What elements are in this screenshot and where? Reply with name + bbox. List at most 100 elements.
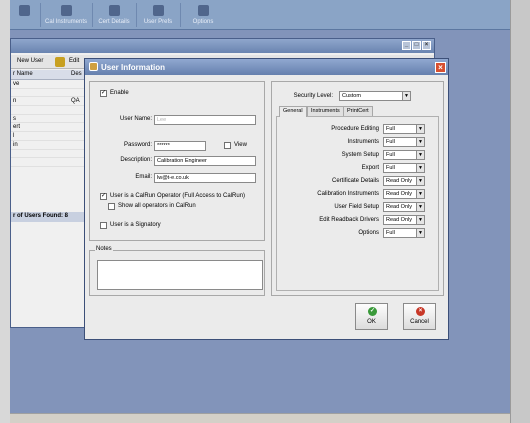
close-icon[interactable]: ×: [435, 62, 446, 73]
perm-select[interactable]: Full ▼: [383, 137, 425, 147]
description-label: Description:: [120, 157, 152, 163]
toolbar-user-prefs[interactable]: User Prefs: [138, 2, 178, 28]
username-input[interactable]: Lee: [154, 115, 256, 125]
perm-select[interactable]: Full ▼: [383, 228, 425, 238]
notes-label: Notes: [95, 246, 113, 252]
perm-select[interactable]: Read Only ▼: [383, 176, 425, 186]
security-level-select[interactable]: Custom ▼: [339, 91, 411, 101]
cell-description: QA: [71, 98, 80, 105]
perm-value: Full: [386, 230, 395, 236]
perm-select[interactable]: Full ▼: [383, 150, 425, 160]
password-label: Password:: [123, 142, 152, 148]
perm-select[interactable]: Full ▼: [383, 163, 425, 173]
view-label: View: [234, 142, 247, 148]
check-icon: ✓: [368, 307, 377, 316]
password-input[interactable]: ******: [154, 141, 206, 151]
cell-name: in: [13, 141, 18, 148]
perm-select[interactable]: Read Only ▼: [383, 202, 425, 212]
cell-name: ert: [13, 124, 21, 131]
show-operators-label: Show all operators in CalRun: [118, 203, 196, 209]
view-password-checkbox[interactable]: [224, 142, 231, 149]
toolbar-separator: [92, 3, 93, 27]
cancel-icon: ×: [416, 307, 425, 316]
chevron-down-icon: ▼: [416, 229, 424, 237]
cancel-button[interactable]: × Cancel: [403, 303, 436, 330]
perm-label: Instruments: [347, 139, 379, 145]
perm-label: Edit Readback Drivers: [319, 217, 379, 223]
security-level-value: Custom: [342, 93, 361, 99]
chevron-down-icon: ▼: [416, 216, 424, 224]
cell-name: l: [13, 133, 15, 140]
perm-value: Full: [386, 152, 395, 158]
perm-value: Full: [386, 139, 395, 145]
users-window-titlebar: _ □ ×: [11, 39, 434, 53]
cancel-label: Cancel: [410, 319, 429, 325]
description-input[interactable]: Calibration Engineer: [154, 156, 256, 166]
user-information-dialog: User Information × ✓ Enable User Name: L…: [84, 58, 449, 340]
perm-value: Read Only: [386, 191, 412, 197]
close-icon[interactable]: ×: [422, 41, 431, 50]
signatory-checkbox[interactable]: [100, 222, 107, 229]
minimize-icon[interactable]: _: [402, 41, 411, 50]
perm-select[interactable]: Read Only ▼: [383, 189, 425, 199]
enable-checkbox[interactable]: ✓: [100, 90, 107, 97]
toolbar-separator: [40, 3, 41, 27]
username-label: User Name:: [119, 116, 152, 122]
toolbar-button-partial[interactable]: [10, 2, 38, 28]
notes-textarea[interactable]: [97, 260, 263, 290]
email-input[interactable]: lw@t-e.co.uk: [154, 173, 256, 183]
perm-label: System Setup: [341, 152, 379, 158]
perm-label: Export: [361, 165, 379, 171]
chevron-down-icon: ▼: [416, 190, 424, 198]
perm-value: Full: [386, 126, 395, 132]
perm-label: Calibration Instruments: [317, 191, 379, 197]
chevron-down-icon: ▼: [416, 164, 424, 172]
dialog-title: User Information: [101, 63, 166, 72]
show-operators-checkbox[interactable]: [108, 203, 115, 210]
cell-name: ve: [13, 81, 20, 87]
user-details-panel: ✓ Enable User Name: Lee Password: ******…: [89, 81, 265, 241]
perm-value: Full: [386, 165, 395, 171]
column-header-description[interactable]: Des: [71, 71, 82, 77]
perm-label: Options: [358, 230, 379, 236]
toolbar-cert-details[interactable]: Cert Details: [94, 2, 134, 28]
perm-select[interactable]: Full ▼: [383, 124, 425, 134]
tab-general[interactable]: General: [279, 106, 307, 117]
maximize-icon[interactable]: □: [412, 41, 421, 50]
cell-name: s: [13, 115, 16, 122]
perm-label: Certificate Details: [331, 178, 379, 184]
new-user-button[interactable]: New User: [17, 58, 43, 64]
signatory-label: User is a Signatory: [110, 222, 161, 228]
right-pane: [510, 0, 530, 423]
edit-button[interactable]: Edit: [69, 58, 79, 64]
edit-icon[interactable]: [55, 57, 65, 67]
email-label: Email:: [135, 174, 152, 180]
toolbar-separator: [136, 3, 137, 27]
tab-printcert[interactable]: PrintCert: [343, 106, 373, 116]
dialog-titlebar: User Information: [85, 59, 448, 75]
chevron-down-icon: ▼: [416, 151, 424, 159]
user-icon: [89, 62, 98, 71]
perm-value: Read Only: [386, 178, 412, 184]
ok-label: OK: [367, 319, 376, 325]
enable-label: Enable: [110, 90, 129, 96]
chevron-down-icon: ▼: [416, 177, 424, 185]
app-toolbar: Cal Instruments Cert Details User Prefs …: [10, 0, 510, 30]
column-header-name[interactable]: r Name: [13, 71, 33, 77]
perm-label: User Field Setup: [334, 204, 379, 210]
calrun-operator-checkbox[interactable]: ✓: [100, 193, 107, 200]
status-bar: [10, 413, 510, 423]
toolbar-cal-instruments[interactable]: Cal Instruments: [42, 2, 90, 28]
chevron-down-icon: ▼: [416, 125, 424, 133]
cell-name: n: [13, 98, 17, 105]
perm-value: Read Only: [386, 217, 412, 223]
security-level-label: Security Level:: [293, 93, 333, 99]
toolbar-options[interactable]: Options: [184, 2, 222, 28]
chevron-down-icon: ▼: [416, 138, 424, 146]
tab-instruments[interactable]: Instruments: [307, 106, 344, 116]
perm-select[interactable]: Read Only ▼: [383, 215, 425, 225]
toolbar-separator: [180, 3, 181, 27]
calrun-operator-label: User is a CalRun Operator (Full Access t…: [110, 193, 246, 199]
ok-button[interactable]: ✓ OK: [355, 303, 388, 330]
perm-value: Read Only: [386, 204, 412, 210]
